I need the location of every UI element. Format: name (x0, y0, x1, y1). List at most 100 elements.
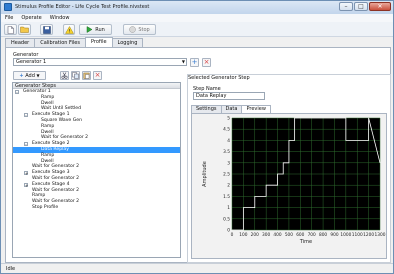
tree-row-label: Stop Profile (32, 204, 59, 210)
data-point (345, 117, 347, 119)
data-point (368, 140, 369, 141)
stop-label: Stop (138, 26, 150, 33)
add-step-button[interactable]: + Add ▼ (13, 71, 46, 80)
data-point (254, 196, 256, 197)
maximize-button[interactable]: □ (354, 2, 368, 11)
menu-window[interactable]: Window (50, 15, 70, 21)
paste-icon (83, 72, 90, 79)
warning-button[interactable] (63, 24, 75, 35)
y-tick-label: 0.5 (223, 216, 230, 222)
new-file-icon (7, 25, 14, 34)
data-point (368, 117, 369, 119)
app-window: Stimulus Profile Editor - Life Cycle Tes… (0, 0, 394, 274)
run-button[interactable]: Run (79, 24, 112, 35)
data-point (282, 162, 284, 164)
save-button[interactable] (40, 24, 53, 35)
x-icon: × (203, 58, 210, 66)
chevron-down-icon: ▼ (181, 59, 185, 64)
play-icon (86, 26, 93, 33)
warning-icon (64, 25, 74, 34)
data-point (282, 173, 284, 175)
plus-icon: + (19, 73, 24, 79)
collapse-icon[interactable]: - (24, 142, 28, 147)
menu-file[interactable]: File (5, 15, 13, 21)
add-label: Add (25, 73, 35, 79)
copy-button[interactable] (71, 71, 80, 80)
generator-value: Generator 1 (16, 59, 47, 65)
data-point (294, 117, 295, 119)
preview-panel: 0 0.5 1 1.5 2 2.5 3 3.5 4 4.5 5 0 100 200 300 400 500 600… (191, 113, 387, 259)
y-tick-label: 4 (227, 138, 230, 144)
y-tick-label: 1 (227, 205, 230, 211)
x-tick-label: 1100 (352, 232, 363, 238)
data-point (254, 207, 256, 208)
tab-logging[interactable]: Logging (111, 38, 144, 47)
data-point (265, 184, 267, 186)
y-tick-label: 3.5 (223, 149, 230, 155)
data-point (243, 229, 244, 231)
delete-step-button[interactable]: × (93, 71, 102, 80)
title-bar[interactable]: Stimulus Profile Editor - Life Cycle Tes… (1, 1, 393, 14)
data-point (277, 173, 278, 175)
y-tick-label: 2.5 (223, 172, 230, 178)
paste-button[interactable] (82, 71, 91, 80)
data-point (265, 196, 267, 197)
tree-row[interactable]: Stop Profile (13, 205, 180, 211)
x-tick-label: 800 (319, 232, 327, 238)
plus-icon: + (191, 58, 198, 66)
x-tick-label: 1300 (375, 232, 386, 238)
data-point (345, 140, 347, 141)
folder-icon (20, 26, 29, 33)
add-generator-button[interactable]: + (190, 58, 199, 67)
tab-header[interactable]: Header (5, 38, 36, 47)
tab-profile[interactable]: Profile (84, 37, 113, 47)
x-axis-label: Time (299, 239, 312, 245)
tab-calibration-files[interactable]: Calibration Files (34, 38, 86, 47)
data-point (288, 162, 290, 164)
x-tick-label: 100 (239, 232, 247, 238)
y-axis-label: Amplitude (202, 161, 208, 187)
data-point (288, 140, 290, 141)
new-button[interactable] (4, 24, 17, 35)
generator-select[interactable]: Generator 1 ▼ (13, 58, 187, 66)
data-point (231, 229, 233, 231)
y-tick-label: 2 (227, 183, 230, 189)
x-icon: × (94, 71, 101, 79)
tab-preview[interactable]: Preview (241, 105, 271, 113)
run-label: Run (95, 26, 105, 33)
tab-data[interactable]: Data (220, 105, 243, 113)
step-name-field[interactable]: Data Replay (193, 92, 265, 100)
open-button[interactable] (18, 24, 31, 35)
cut-button[interactable] (60, 71, 69, 80)
window-title: Stimulus Profile Editor - Life Cycle Tes… (15, 4, 150, 10)
step-name-value: Data Replay (196, 93, 227, 99)
x-tick-label: 700 (308, 232, 316, 238)
delete-generator-button[interactable]: × (202, 58, 211, 67)
step-detail-tabs: Settings Data Preview (191, 105, 271, 113)
collapse-icon[interactable]: - (24, 113, 28, 118)
x-tick-label: 900 (330, 232, 338, 238)
x-tick-label: 1200 (363, 232, 374, 238)
status-text: Idle (6, 266, 16, 272)
x-tick-label: 600 (296, 232, 304, 238)
menu-bar: File Operate Window (1, 14, 393, 22)
expand-icon[interactable]: + (24, 171, 28, 176)
expand-icon[interactable]: + (24, 182, 28, 187)
minimize-button[interactable]: – (339, 2, 353, 11)
scissors-icon (61, 72, 68, 79)
collapse-icon[interactable]: - (15, 90, 19, 95)
selected-step-label: Selected Generator Step (188, 75, 250, 81)
close-button[interactable]: ✕ (369, 2, 391, 11)
menu-operate[interactable]: Operate (21, 15, 41, 21)
preview-chart[interactable]: 00.511.522.533.544.550 100 200 300 400 500 600… (192, 114, 388, 260)
data-point (243, 207, 244, 208)
save-disk-icon (42, 25, 51, 34)
x-tick-label: 300 (262, 232, 270, 238)
tab-settings[interactable]: Settings (191, 105, 222, 113)
x-tick-label: 1000 (340, 232, 351, 238)
step-tree[interactable]: Generator Steps - Generator 1 Ramp Dwell Wai… (12, 82, 181, 258)
data-point (294, 140, 295, 141)
stop-button[interactable]: Stop (123, 24, 156, 35)
main-toolbar: Run Stop (1, 22, 393, 37)
y-tick-label: 5 (227, 116, 230, 122)
